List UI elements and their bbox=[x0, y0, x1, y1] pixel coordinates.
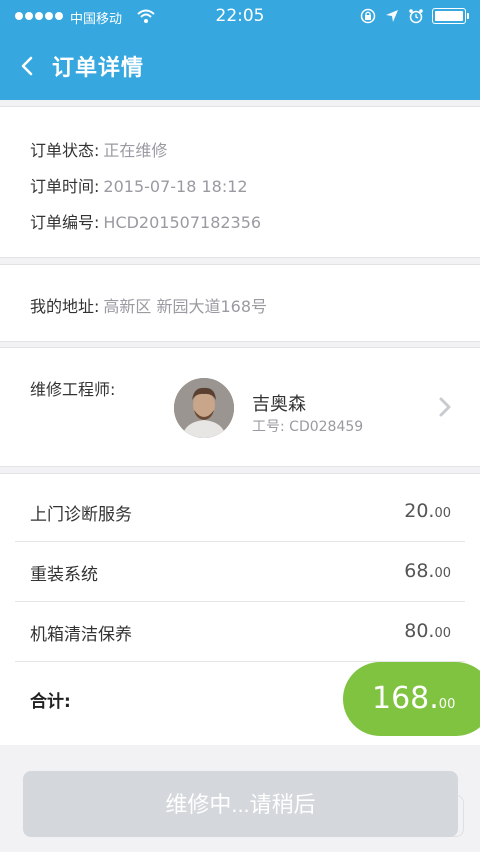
service-item: 机箱清洁保养 80.00 bbox=[15, 602, 465, 662]
service-name: 重装系统 bbox=[30, 565, 98, 585]
location-arrow-icon bbox=[386, 10, 398, 22]
repair-status-button[interactable]: 维修中...请稍后 bbox=[23, 771, 458, 837]
order-number-row: 订单编号: HCD201507182356 bbox=[30, 209, 261, 233]
back-arrow-icon[interactable] bbox=[18, 54, 38, 78]
service-price: 20.00 bbox=[404, 500, 451, 522]
alarm-clock-icon bbox=[409, 9, 423, 24]
page-title: 订单详情 bbox=[52, 56, 145, 81]
order-status-label: 订单状态: bbox=[30, 141, 100, 160]
engineer-id: 工号: CD028459 bbox=[252, 419, 364, 435]
order-info-card: 订单状态: 正在维修 订单时间: 2015-07-18 18:12 订单编号: HCD… bbox=[0, 106, 480, 258]
engineer-label: 维修工程师: bbox=[30, 380, 116, 399]
rotation-lock-icon bbox=[360, 8, 376, 24]
service-name: 上门诊断服务 bbox=[30, 505, 132, 525]
engineer-name: 吉奥森 bbox=[252, 394, 306, 415]
service-price: 80.00 bbox=[404, 620, 451, 642]
order-number-value: HCD201507182356 bbox=[103, 213, 262, 232]
order-status-value: 正在维修 bbox=[103, 141, 168, 160]
total-amount: 168.00 bbox=[372, 681, 456, 716]
order-time-value: 2015-07-18 18:12 bbox=[103, 177, 248, 196]
service-name: 机箱清洁保养 bbox=[30, 625, 132, 645]
order-time-row: 订单时间: 2015-07-18 18:12 bbox=[30, 173, 248, 197]
order-number-label: 订单编号: bbox=[30, 213, 100, 232]
address-row: 我的地址: 高新区 新园大道168号 bbox=[30, 293, 267, 317]
address-card: 我的地址: 高新区 新园大道168号 bbox=[0, 264, 480, 342]
total-label: 合计: bbox=[30, 692, 71, 712]
service-item: 重装系统 68.00 bbox=[15, 542, 465, 602]
order-status-row: 订单状态: 正在维修 bbox=[30, 137, 167, 161]
status-bar: 中国移动 22:05 bbox=[0, 0, 480, 34]
service-price: 68.00 bbox=[404, 560, 451, 582]
chevron-right-icon[interactable] bbox=[438, 396, 452, 418]
header-bar: 中国移动 22:05 订单详情 bbox=[0, 0, 480, 100]
engineer-avatar bbox=[174, 378, 234, 438]
engineer-card[interactable]: 维修工程师: 吉奥森 工号: CD028459 bbox=[0, 347, 480, 467]
address-label: 我的地址: bbox=[30, 297, 100, 316]
address-value: 高新区 新园大道168号 bbox=[103, 297, 268, 316]
service-item: 上门诊断服务 20.00 bbox=[15, 482, 465, 542]
battery-icon bbox=[432, 8, 469, 24]
order-time-label: 订单时间: bbox=[30, 177, 100, 196]
